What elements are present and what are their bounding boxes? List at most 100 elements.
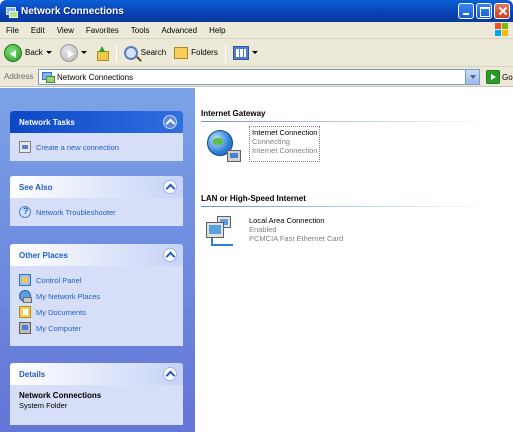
toolbar-separator [224, 43, 226, 62]
folders-icon [174, 46, 189, 59]
group-divider [201, 206, 487, 207]
other-places-header[interactable]: Other Places [10, 244, 183, 266]
menu-tools[interactable]: Tools [125, 26, 156, 35]
menu-help[interactable]: Help [203, 26, 231, 35]
group-divider [201, 121, 487, 122]
connection-device: Internet Connection [252, 146, 318, 155]
menu-favorites[interactable]: Favorites [80, 26, 125, 35]
up-button[interactable] [91, 45, 113, 61]
task-network-troubleshooter[interactable]: Network Troubleshooter [19, 204, 174, 220]
address-label: Address [4, 72, 34, 81]
place-my-computer[interactable]: My Computer [19, 320, 174, 336]
toolbar: Back Search Folders [0, 39, 513, 67]
other-places-body: Control Panel My Network Places My Docum… [10, 266, 183, 344]
back-button[interactable]: Back [0, 43, 56, 62]
other-places-panel: Other Places Control Panel My Network Pl… [10, 244, 183, 346]
my-computer-icon [19, 322, 31, 334]
details-panel: Details Network Connections System Folde… [10, 363, 183, 425]
connection-name: Internet Connection [252, 128, 318, 137]
toolbar-separator [115, 43, 117, 62]
see-also-header[interactable]: See Also [10, 176, 183, 198]
connection-text: Local Area Connection Enabled PCMCIA Fas… [249, 214, 343, 250]
details-body: Network Connections System Folder [10, 385, 183, 418]
address-input[interactable]: Network Connections [38, 69, 480, 85]
network-tasks-panel: Network Tasks Create a new connection [10, 111, 183, 161]
search-button[interactable]: Search [120, 45, 170, 60]
title-bar[interactable]: Network Connections [0, 0, 513, 22]
views-button[interactable] [229, 45, 262, 60]
place-my-documents[interactable]: My Documents [19, 304, 174, 320]
folders-label: Folders [191, 48, 218, 57]
connections-view: Internet Gateway Internet Connection Con… [195, 88, 513, 432]
connection-status: Connecting [252, 137, 290, 146]
folder-up-icon [95, 45, 109, 61]
address-bar: Address Network Connections Go [0, 67, 513, 87]
collapse-icon[interactable] [163, 180, 177, 194]
folders-button[interactable]: Folders [170, 46, 222, 59]
place-label: My Documents [36, 307, 87, 317]
window-title: Network Connections [21, 5, 124, 17]
network-cable-icon [211, 238, 233, 246]
task-label: Create a new connection [36, 142, 119, 152]
network-connections-icon [5, 5, 18, 18]
network-tasks-body: Create a new connection [10, 133, 183, 163]
lan-icon [203, 214, 241, 250]
computer-icon [227, 150, 241, 162]
panel-title: Other Places [19, 250, 68, 260]
chevron-down-icon [251, 51, 258, 54]
place-label: My Network Places [36, 291, 101, 301]
connection-internet[interactable]: Internet Connection Connecting Internet … [203, 126, 321, 162]
views-icon [232, 45, 249, 60]
internet-gateway-icon [203, 126, 241, 162]
computer-icon [206, 222, 224, 238]
collapse-icon[interactable] [163, 248, 177, 262]
address-dropdown-button[interactable] [465, 70, 479, 84]
connection-device: PCMCIA Fast Ethernet Card [249, 234, 344, 243]
maximize-button[interactable] [476, 3, 492, 19]
connection-text: Internet Connection Connecting Internet … [249, 126, 321, 162]
chevron-down-icon [45, 51, 52, 54]
connection-status: Enabled [249, 225, 277, 234]
search-label: Search [140, 48, 167, 57]
see-also-panel: See Also Network Troubleshooter [10, 176, 183, 226]
go-button[interactable]: Go [486, 70, 513, 84]
new-connection-icon [19, 141, 31, 153]
menu-file[interactable]: File [0, 26, 25, 35]
go-label: Go [502, 72, 513, 82]
collapse-icon[interactable] [163, 115, 177, 129]
see-also-body: Network Troubleshooter [10, 198, 183, 228]
back-arrow-icon [4, 43, 22, 62]
network-places-icon [19, 290, 32, 303]
forward-arrow-icon [59, 43, 78, 62]
panel-title: Network Tasks [19, 117, 75, 127]
menu-view[interactable]: View [51, 26, 80, 35]
menu-edit[interactable]: Edit [25, 26, 51, 35]
my-documents-icon [19, 306, 31, 318]
place-my-network-places[interactable]: My Network Places [19, 288, 174, 304]
minimize-button[interactable] [458, 3, 474, 19]
search-icon [123, 45, 138, 60]
connection-name: Local Area Connection [249, 216, 325, 225]
chevron-down-icon [80, 51, 87, 54]
window-controls [458, 3, 510, 19]
place-label: Control Panel [36, 275, 82, 285]
details-header[interactable]: Details [10, 363, 183, 385]
menu-advanced[interactable]: Advanced [155, 26, 203, 35]
details-name: Network Connections [19, 391, 102, 400]
close-button[interactable] [494, 3, 510, 19]
address-value: Network Connections [57, 72, 134, 82]
windows-logo-icon [495, 23, 509, 37]
back-label: Back [25, 48, 43, 57]
task-create-new-connection[interactable]: Create a new connection [19, 139, 174, 155]
forward-button[interactable] [56, 43, 91, 62]
collapse-icon[interactable] [163, 367, 177, 381]
menu-bar: File Edit View Favorites Tools Advanced … [0, 22, 513, 39]
place-control-panel[interactable]: Control Panel [19, 272, 174, 288]
connection-lan[interactable]: Local Area Connection Enabled PCMCIA Fas… [203, 214, 343, 250]
network-connections-icon [42, 72, 55, 83]
network-tasks-header[interactable]: Network Tasks [10, 111, 183, 133]
place-label: My Computer [36, 323, 82, 333]
group-heading-lan: LAN or High-Speed Internet [201, 194, 306, 203]
task-label: Network Troubleshooter [36, 207, 116, 217]
panel-title: Details [19, 369, 46, 379]
